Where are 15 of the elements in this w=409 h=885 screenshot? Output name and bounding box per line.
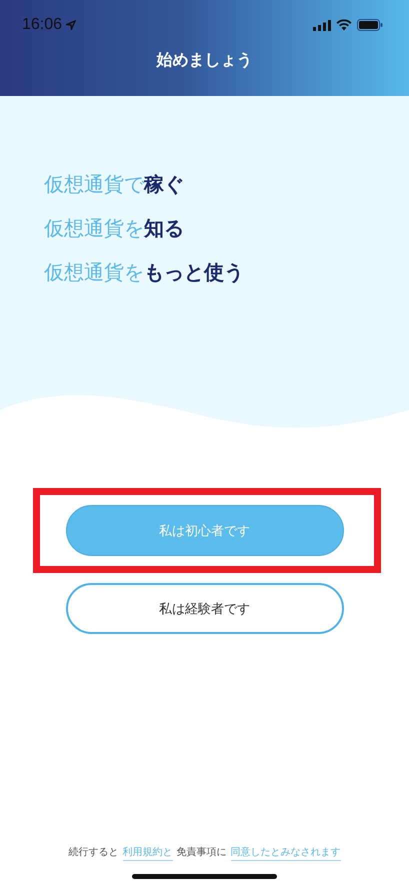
signal-icon — [313, 20, 331, 30]
beginner-button[interactable]: 私は初心者です — [66, 505, 344, 556]
headline: 仮想通貨で稼ぐ — [44, 171, 185, 198]
location-arrow-icon — [66, 20, 76, 30]
status-time: 16:06 — [22, 16, 62, 34]
headline: 仮想通貨を もっと使う — [44, 259, 245, 286]
footer-text: 免責事項に — [176, 846, 226, 860]
terms-link[interactable]: 同意したとみなされます — [230, 846, 340, 861]
experienced-button[interactable]: 私は経験者です — [66, 583, 344, 634]
headline: 仮想通貨を知る — [44, 215, 185, 242]
screen-title: 始めましょう — [156, 50, 252, 70]
wifi-icon — [336, 19, 352, 31]
battery-icon — [357, 19, 383, 31]
footer-text: 続行すると — [68, 846, 118, 860]
terms-link[interactable]: 利用規約と — [122, 846, 172, 861]
